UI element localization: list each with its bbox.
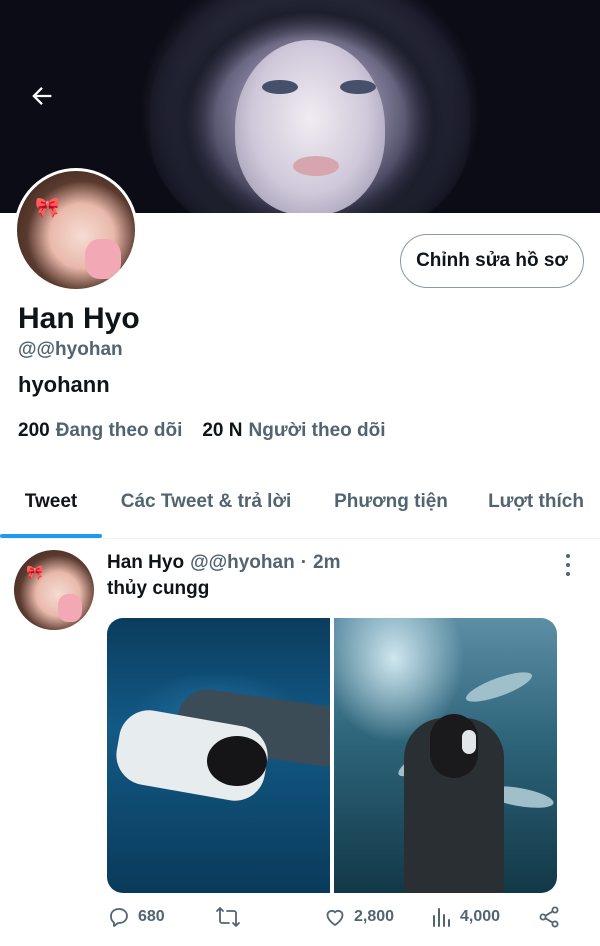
banner-lips <box>293 156 339 176</box>
profile-tabs: Tweet Các Tweet & trả lời Phương tiện Lư… <box>0 466 600 538</box>
tweet-actions: 680 2,800 4,000 <box>107 903 567 931</box>
profile-avatar[interactable]: 🎀 <box>14 168 138 292</box>
banner-face <box>235 40 385 213</box>
edit-profile-button[interactable]: Chỉnh sửa hồ sơ <box>400 234 584 288</box>
reply-icon <box>110 908 128 927</box>
hair-shape <box>207 736 267 786</box>
following-link[interactable]: 200 Đang theo dõi <box>18 420 196 442</box>
tweet-separator: · <box>300 552 308 573</box>
followers-link[interactable]: 20 N Người theo dõi <box>202 420 399 442</box>
view-count: 4,000 <box>460 908 501 925</box>
profile-display-name: Han Hyo <box>18 302 140 335</box>
tweet-header: Han Hyo @@hyohan · 2m <box>107 552 341 574</box>
share-button[interactable] <box>537 903 561 931</box>
tweet-text: thủy cungg <box>107 578 210 599</box>
followers-label: Người theo dõi <box>248 420 386 441</box>
tab-likes[interactable]: Lượt thích <box>472 466 600 538</box>
tweet-image-2[interactable] <box>334 618 557 893</box>
retweet-button[interactable] <box>215 903 241 931</box>
tweet-author-handle[interactable]: @@hyohan <box>190 552 295 574</box>
tab-tweets-and-replies[interactable]: Các Tweet & trả lời <box>102 466 310 538</box>
fish-shape <box>463 666 535 708</box>
tabs-divider <box>0 538 600 539</box>
bow-decoration: 🎀 <box>26 564 44 580</box>
share-icon <box>539 906 559 928</box>
views-button[interactable]: 4,000 <box>431 903 500 931</box>
like-count: 2,800 <box>354 908 395 925</box>
following-label: Đang theo dõi <box>55 420 183 441</box>
banner-eye-right <box>340 80 376 94</box>
back-button[interactable] <box>22 76 62 116</box>
tab-tweets[interactable]: Tweet <box>0 466 102 538</box>
avatar-hand <box>85 239 121 279</box>
retweet-icon <box>216 907 240 927</box>
avatar-hand <box>58 594 82 622</box>
heart-icon <box>326 909 344 926</box>
tweet-author-name[interactable]: Han Hyo <box>107 552 184 574</box>
views-chart-icon <box>433 908 450 927</box>
profile-stats: 200 Đang theo dõi 20 N Người theo dõi <box>18 420 400 442</box>
reply-count: 680 <box>138 908 165 925</box>
tweet-media-grid <box>107 618 557 893</box>
headphones-shape <box>462 730 476 754</box>
following-count: 200 <box>18 420 50 441</box>
more-dot-icon <box>566 571 570 576</box>
bow-decoration: 🎀 <box>35 197 60 219</box>
more-options-button[interactable] <box>556 552 580 578</box>
tweet-timestamp[interactable]: 2m <box>313 552 340 574</box>
followers-count: 20 N <box>202 420 243 441</box>
more-dot-icon <box>566 554 570 559</box>
profile-bio: hyohann <box>18 372 110 397</box>
tweet-author-avatar[interactable]: 🎀 <box>14 550 94 630</box>
profile-handle: @@hyohan <box>18 339 123 360</box>
tab-media[interactable]: Phương tiện <box>310 466 472 538</box>
arrow-left-icon <box>32 87 52 105</box>
like-button[interactable]: 2,800 <box>323 903 394 931</box>
more-dot-icon <box>566 562 570 567</box>
banner-eye-left <box>262 80 298 94</box>
reply-button[interactable]: 680 <box>107 903 165 931</box>
tweet-image-1[interactable] <box>107 618 330 893</box>
